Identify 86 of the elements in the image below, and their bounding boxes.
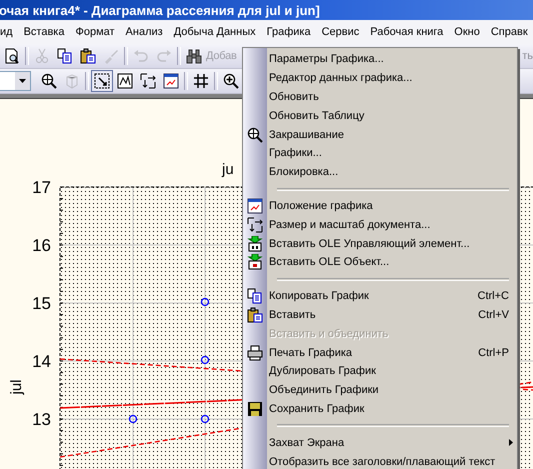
- y-tick-label: 16: [32, 236, 51, 255]
- preview-icon: [4, 48, 20, 64]
- menu-item[interactable]: Сохранить График: [243, 400, 517, 418]
- y-tick-label: 17: [32, 178, 51, 197]
- menu-item-label: Параметры Графика...: [269, 53, 384, 66]
- zoom-icon: [247, 126, 263, 143]
- ole-insert-icon: [247, 254, 263, 270]
- chart-window-icon: [163, 73, 179, 89]
- menu-item-label: Блокировка...: [269, 166, 338, 178]
- menu-item[interactable]: Отобразить все заголовки/плавающий текст: [243, 452, 517, 469]
- ole-insert-icon: [247, 236, 263, 252]
- menu-item-label: Редактор данных графика...: [269, 72, 412, 84]
- menu-item-label: Графики...: [269, 147, 322, 160]
- menu-item-label: Вставить OLE Управляющий элемент...: [269, 238, 470, 250]
- chart-window-icon: [247, 198, 263, 214]
- menu-item[interactable]: Объединить Графики: [243, 380, 517, 400]
- menu-item-label: Сохранить График: [269, 402, 364, 415]
- menu-item[interactable]: Вставить OLE Управляющий элемент...: [243, 234, 517, 253]
- menu-item-label: Захват Экрана: [269, 436, 344, 449]
- zoom-in-icon: [223, 73, 239, 89]
- resize-icon: [247, 216, 263, 233]
- dropdown-field[interactable]: [0, 71, 31, 91]
- menu-item[interactable]: Вставить OLE Объект...: [243, 252, 517, 272]
- menu-item-label: Дублировать График: [269, 365, 376, 378]
- brush-icon: [103, 48, 119, 64]
- shortcut-label: Ctrl+C: [478, 290, 509, 302]
- menu-item-label: Копировать График: [269, 290, 369, 302]
- menu-item-label: Отобразить все заголовки/плавающий текст: [269, 456, 496, 468]
- resize-icon: [140, 73, 156, 89]
- menu-item-label: Положение графика: [269, 200, 373, 212]
- menu-item[interactable]: Сервис: [322, 26, 360, 38]
- menu-item[interactable]: Вставить Ctrl+V: [243, 306, 517, 324]
- chart-title: ju: [222, 161, 234, 178]
- toolbar-button[interactable]: [91, 70, 113, 92]
- menu-item-label: Объединить Графики: [269, 384, 379, 396]
- menu-item[interactable]: Печать Графика Ctrl+P: [243, 343, 517, 362]
- zoom-icon: [41, 73, 57, 89]
- menu-item[interactable]: Формат: [75, 26, 115, 38]
- menu-item[interactable]: Закрашивание: [243, 125, 517, 144]
- printer-icon: [247, 344, 263, 361]
- y-tick-label: 13: [32, 410, 51, 429]
- menu-item[interactable]: Обновить: [243, 88, 517, 106]
- floppy-icon: [247, 400, 263, 417]
- redo-icon: [156, 48, 172, 64]
- menu-item[interactable]: Анализ: [126, 26, 163, 38]
- menu-item[interactable]: Вставка: [24, 26, 64, 38]
- menu-item[interactable]: Захват Экрана: [243, 433, 517, 452]
- copy-icon: [247, 288, 263, 304]
- menu-item[interactable]: Параметры Графика...: [243, 50, 517, 69]
- menu-item[interactable]: Обновить Таблицу: [243, 106, 517, 126]
- menu-item-label: Размер и масштаб документа...: [269, 218, 430, 231]
- menu-item[interactable]: Положение графика: [243, 196, 517, 216]
- menu-item[interactable]: Добыча Данных: [174, 26, 256, 38]
- line-chart-icon: [117, 73, 133, 89]
- scissors-icon: [34, 48, 50, 64]
- menu-item[interactable]: Блокировка...: [243, 162, 517, 182]
- menu-item-label: Вставить OLE Объект...: [269, 256, 390, 268]
- copy-icon: [57, 48, 73, 64]
- menu-item-label: Печать Графика: [269, 346, 352, 359]
- menu-item[interactable]: Графика: [266, 26, 311, 38]
- menu-item[interactable]: Окно: [454, 26, 480, 38]
- undo-icon: [133, 48, 149, 64]
- paste-icon: [247, 306, 263, 323]
- menu-item[interactable]: ид: [0, 26, 13, 38]
- caret-icon: [19, 79, 26, 83]
- menu-item[interactable]: Графики...: [243, 144, 517, 163]
- menu-item[interactable]: Размер и масштаб документа...: [243, 215, 517, 234]
- menu-item-label: Обновить: [269, 90, 319, 103]
- menu-item[interactable]: Редактор данных графика...: [243, 68, 517, 88]
- menu-item-label: Вставить: [269, 308, 316, 321]
- menu-item[interactable]: Рабочая книга: [370, 26, 444, 38]
- select-icon: [94, 73, 110, 89]
- menu-item[interactable]: Справк: [490, 26, 528, 38]
- y-axis-label: jul: [8, 380, 25, 394]
- grid-icon: [193, 73, 209, 89]
- binoculars-icon: [186, 48, 202, 64]
- shortcut-label: Ctrl+P: [478, 346, 509, 359]
- menu-item[interactable]: Копировать График Ctrl+C: [243, 286, 517, 306]
- menu-item-label: Обновить Таблицу: [269, 110, 364, 122]
- y-tick-label: 15: [32, 294, 51, 313]
- menu-item-label: Закрашивание: [269, 128, 344, 141]
- paste-icon: [80, 48, 96, 64]
- y-tick-label: 14: [32, 352, 51, 371]
- cube-icon: [64, 73, 80, 89]
- shortcut-label: Ctrl+V: [478, 308, 509, 321]
- menu-item[interactable]: Дублировать График: [243, 362, 517, 381]
